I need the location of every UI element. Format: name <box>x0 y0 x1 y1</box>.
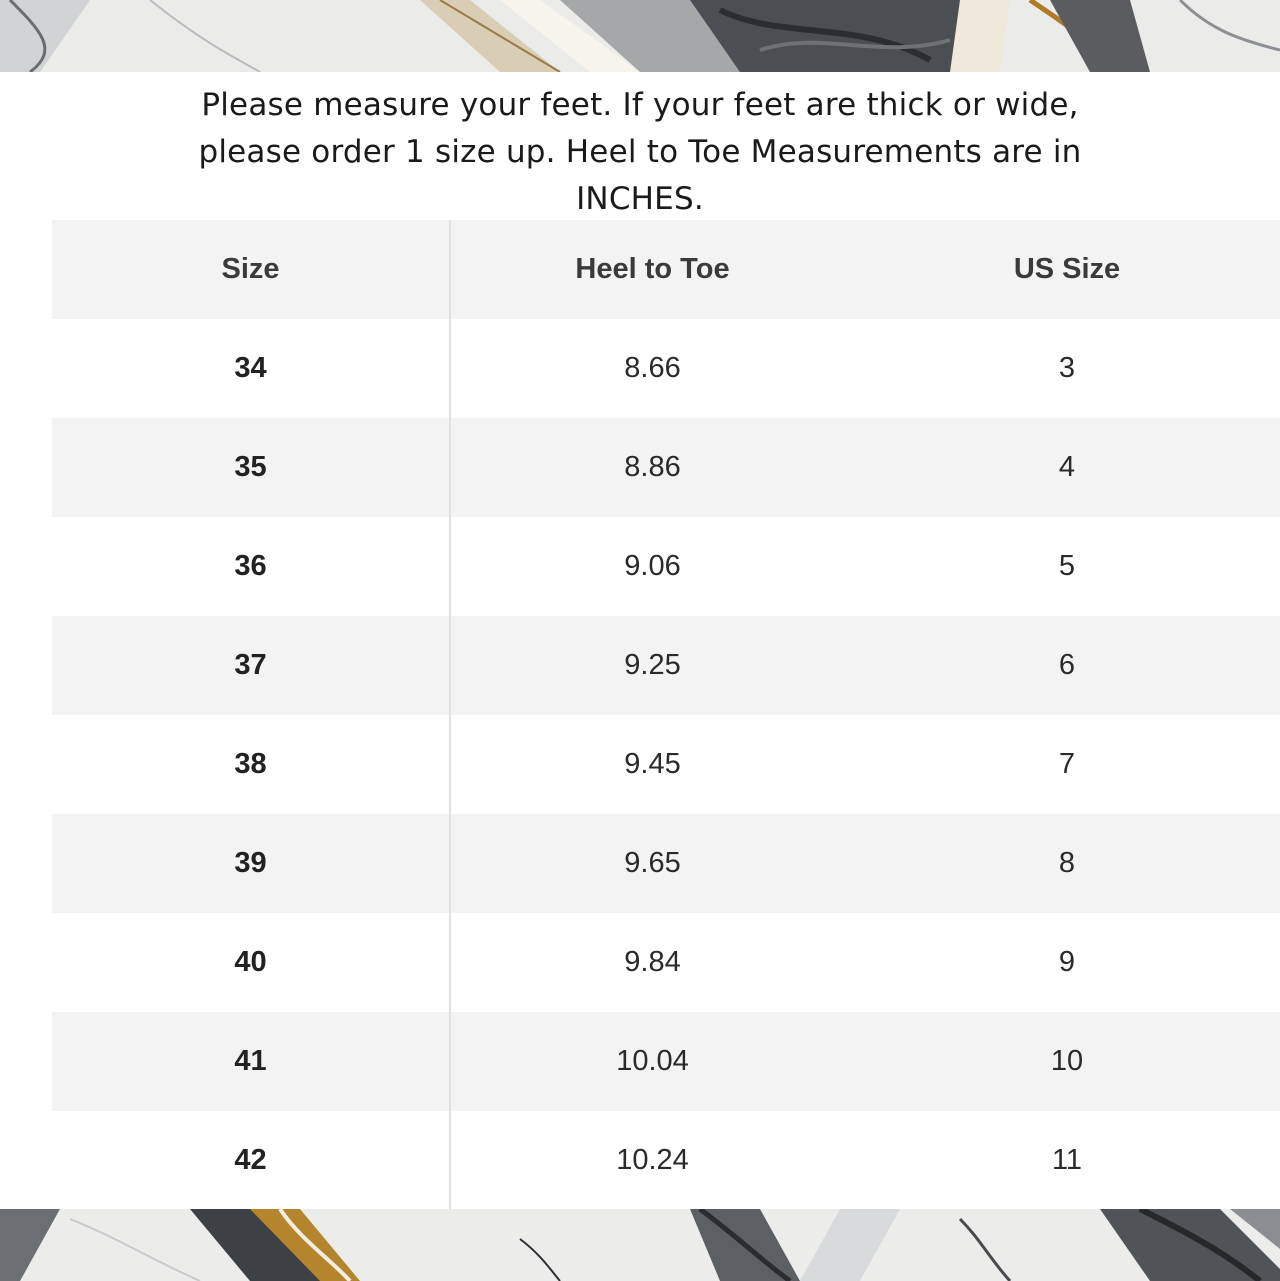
column-header-size: Size <box>52 220 451 319</box>
table-row: 42 10.24 11 <box>52 1111 1280 1210</box>
heel-to-toe-cell: 9.65 <box>450 814 854 913</box>
size-cell: 42 <box>52 1111 451 1210</box>
us-size-cell: 4 <box>854 418 1280 517</box>
size-cell: 35 <box>52 418 451 517</box>
size-cell: 41 <box>52 1012 451 1111</box>
us-size-cell: 10 <box>854 1012 1280 1111</box>
size-cell: 34 <box>52 319 451 418</box>
table-row: 39 9.65 8 <box>52 814 1280 913</box>
heel-to-toe-cell: 10.04 <box>450 1012 854 1111</box>
table-row: 41 10.04 10 <box>52 1012 1280 1111</box>
heel-to-toe-cell: 10.24 <box>450 1111 854 1210</box>
us-size-cell: 9 <box>854 913 1280 1012</box>
heel-to-toe-cell: 9.84 <box>450 913 854 1012</box>
us-size-cell: 5 <box>854 517 1280 616</box>
size-cell: 40 <box>52 913 451 1012</box>
us-size-cell: 8 <box>854 814 1280 913</box>
measurement-instructions: Please measure your feet. If your feet a… <box>198 87 1082 217</box>
heel-to-toe-cell: 9.06 <box>450 517 854 616</box>
marble-footer-background <box>0 1209 1280 1281</box>
size-cell: 37 <box>52 616 451 715</box>
heel-to-toe-cell: 9.45 <box>450 715 854 814</box>
size-cell: 36 <box>52 517 451 616</box>
table-row: 38 9.45 7 <box>52 715 1280 814</box>
us-size-cell: 11 <box>854 1111 1280 1210</box>
table-row: 40 9.84 9 <box>52 913 1280 1012</box>
column-header-us-size: US Size <box>854 220 1280 319</box>
us-size-cell: 6 <box>854 616 1280 715</box>
heel-to-toe-cell: 8.66 <box>450 319 854 418</box>
heel-to-toe-cell: 9.25 <box>450 616 854 715</box>
size-chart-card: Please measure your feet. If your feet a… <box>0 72 1280 1210</box>
table-header-row: Size Heel to Toe US Size <box>52 220 1280 319</box>
table-row: 35 8.86 4 <box>52 418 1280 517</box>
column-header-heel-to-toe: Heel to Toe <box>450 220 854 319</box>
marble-header-background <box>0 0 1280 72</box>
size-chart-table: Size Heel to Toe US Size 34 8.66 3 35 8.… <box>52 220 1280 1210</box>
table-row: 37 9.25 6 <box>52 616 1280 715</box>
table-row: 34 8.66 3 <box>52 319 1280 418</box>
heel-to-toe-cell: 8.86 <box>450 418 854 517</box>
us-size-cell: 7 <box>854 715 1280 814</box>
table-row: 36 9.06 5 <box>52 517 1280 616</box>
us-size-cell: 3 <box>854 319 1280 418</box>
size-cell: 38 <box>52 715 451 814</box>
size-cell: 39 <box>52 814 451 913</box>
